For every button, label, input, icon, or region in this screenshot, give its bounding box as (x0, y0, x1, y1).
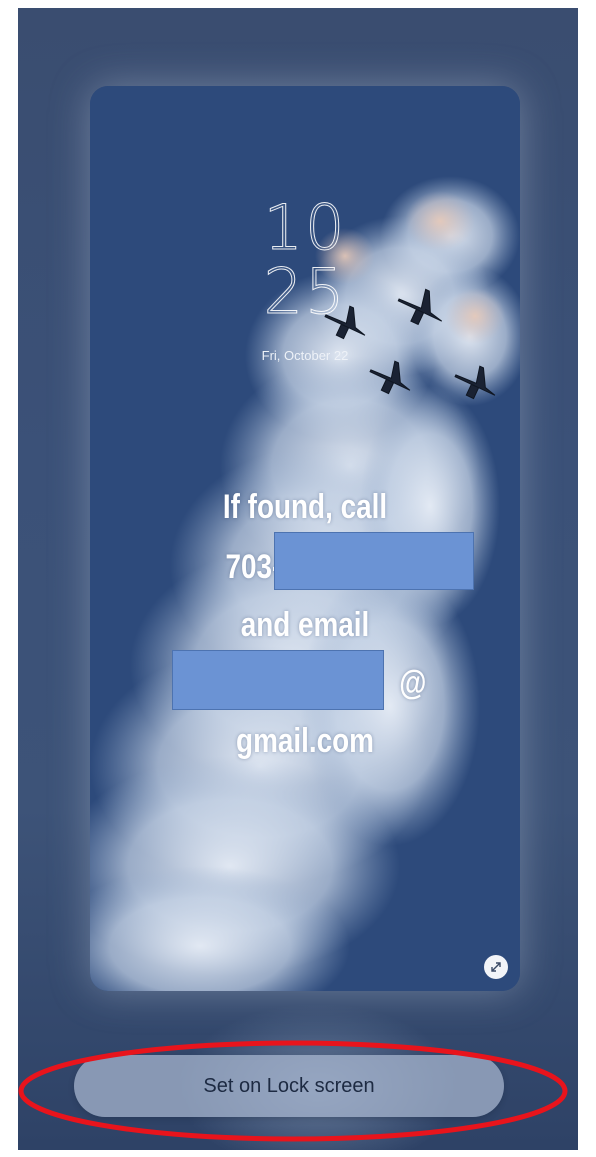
redacted-phone-number (274, 532, 474, 590)
owner-info-email-at: @ (399, 664, 427, 702)
wallpaper-screen: 10 25 Fri, October 22 If found, call 703… (18, 8, 578, 1150)
clock-minute: 25 (263, 255, 347, 328)
expand-preview-button[interactable] (484, 955, 508, 979)
expand-arrows-icon (491, 962, 501, 972)
owner-info-email-domain: gmail.com (236, 722, 374, 760)
set-on-lock-screen-button[interactable]: Set on Lock screen (74, 1055, 504, 1117)
lock-screen-date: Fri, October 22 (261, 348, 349, 363)
owner-info-line3: and email (240, 606, 370, 644)
lock-screen-preview: 10 25 Fri, October 22 If found, call 703… (90, 86, 520, 991)
owner-info-line1: If found, call (222, 488, 388, 526)
clock-hour: 10 (263, 191, 347, 264)
